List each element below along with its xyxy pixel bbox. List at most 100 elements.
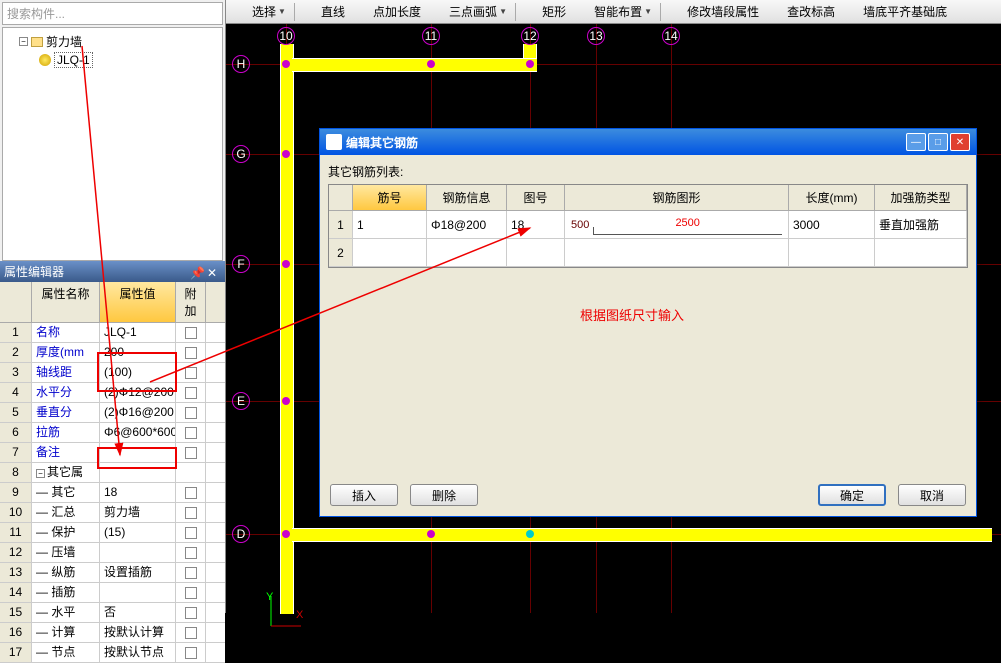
toolbar-smart-button[interactable]: 智能布置▼ [572,1,656,22]
prop-extra[interactable] [176,363,206,382]
prop-value[interactable]: (2)Φ16@200 [100,403,176,422]
checkbox[interactable] [185,487,197,499]
cancel-button[interactable]: 取消 [898,484,966,506]
td-shape[interactable] [565,239,789,267]
prop-value[interactable]: 200 [100,343,176,362]
th-info[interactable]: 钢筋信息 [427,185,507,211]
td-tuhao[interactable] [507,239,565,267]
prop-value[interactable] [100,443,176,462]
td-info[interactable] [427,239,507,267]
prop-extra[interactable] [176,643,206,662]
checkbox[interactable] [185,447,197,459]
pin-icon[interactable]: 📌 [190,266,204,278]
prop-extra[interactable] [176,523,206,542]
close-button[interactable]: ✕ [950,133,970,151]
maximize-button[interactable]: □ [928,133,948,151]
prop-row[interactable]: 4水平分(2)Φ12@200 [0,383,225,403]
prop-row[interactable]: 8−其它属 [0,463,225,483]
prop-row[interactable]: 10— 汇总剪力墙 [0,503,225,523]
dropdown-icon[interactable]: ▼ [499,7,507,16]
th-type[interactable]: 加强筋类型 [875,185,967,211]
checkbox[interactable] [185,527,197,539]
delete-button[interactable]: 删除 [410,484,478,506]
checkbox[interactable] [185,627,197,639]
prop-extra[interactable] [176,503,206,522]
checkbox[interactable] [185,347,197,359]
prop-value[interactable]: 按默认节点设 [100,643,176,662]
minimize-button[interactable]: — [906,133,926,151]
td-jinhhao[interactable] [353,239,427,267]
prop-row[interactable]: 1名称JLQ-1 [0,323,225,343]
th-length[interactable]: 长度(mm) [789,185,875,211]
prop-value[interactable] [100,583,176,602]
toolbar-arc-button[interactable]: 三点画弧▼ [427,1,511,22]
prop-row[interactable]: 11— 保护(15) [0,523,225,543]
prop-value[interactable]: (100) [100,363,176,382]
prop-row[interactable]: 2厚度(mm200 [0,343,225,363]
tree-child[interactable]: JLQ-1 [7,51,218,69]
table-row[interactable]: 11Φ18@2001850025003000垂直加强筋 [329,211,967,239]
checkbox[interactable] [185,567,197,579]
checkbox[interactable] [185,507,197,519]
prop-extra[interactable] [176,383,206,402]
prop-row[interactable]: 13— 纵筋设置插筋 [0,563,225,583]
toolbar-point-button[interactable]: 点加长度 [351,1,425,22]
checkbox[interactable] [185,327,197,339]
toolbar-cursor-button[interactable]: 选择▼ [230,1,290,22]
prop-row[interactable]: 6拉筋Φ6@600*600 [0,423,225,443]
search-input[interactable]: 搜索构件... [2,2,223,25]
td-length[interactable] [789,239,875,267]
prop-row[interactable]: 15— 水平否 [0,603,225,623]
th-jinhhao[interactable]: 筋号 [353,185,427,211]
prop-row[interactable]: 9— 其它18 [0,483,225,503]
prop-value[interactable]: 剪力墙 [100,503,176,522]
prop-extra[interactable] [176,423,206,442]
prop-extra[interactable] [176,323,206,342]
prop-extra[interactable] [176,583,206,602]
td-type[interactable]: 垂直加强筋 [875,211,967,239]
ok-button[interactable]: 确定 [818,484,886,506]
prop-value[interactable]: 18 [100,483,176,502]
toolbar-rect-button[interactable]: 矩形 [520,1,570,22]
table-row[interactable]: 2 [329,239,967,267]
checkbox[interactable] [185,387,197,399]
td-length[interactable]: 3000 [789,211,875,239]
prop-row[interactable]: 12— 压墙 [0,543,225,563]
prop-row[interactable]: 7备注 [0,443,225,463]
prop-value[interactable]: JLQ-1 [100,323,176,342]
toolbar-base-button[interactable]: 墙底平齐基础底 [841,1,951,22]
th-tuhao[interactable]: 图号 [507,185,565,211]
prop-value[interactable]: (15) [100,523,176,542]
th-shape[interactable]: 钢筋图形 [565,185,789,211]
td-type[interactable] [875,239,967,267]
prop-row[interactable]: 3轴线距(100) [0,363,225,383]
prop-extra[interactable] [176,403,206,422]
collapse-icon[interactable]: − [19,37,28,46]
toolbar-line-button[interactable]: 直线 [299,1,349,22]
prop-extra[interactable] [176,563,206,582]
toolbar-elev-button[interactable]: 查改标高 [765,1,839,22]
checkbox[interactable] [185,427,197,439]
td-info[interactable]: Φ18@200 [427,211,507,239]
col-name[interactable]: 属性名称 [32,282,100,322]
prop-extra[interactable] [176,543,206,562]
prop-value[interactable] [100,543,176,562]
dialog-titlebar[interactable]: 编辑其它钢筋 — □ ✕ [320,129,976,155]
dropdown-icon[interactable]: ▼ [278,7,286,16]
col-extra[interactable]: 附加 [176,282,206,322]
prop-extra[interactable] [176,483,206,502]
checkbox[interactable] [185,647,197,659]
checkbox[interactable] [185,407,197,419]
prop-value[interactable]: (2)Φ12@200 [100,383,176,402]
prop-value[interactable]: 设置插筋 [100,563,176,582]
prop-value[interactable]: 按默认计算设 [100,623,176,642]
checkbox[interactable] [185,587,197,599]
prop-row[interactable]: 5垂直分(2)Φ16@200 [0,403,225,423]
tree-root[interactable]: − 剪力墙 [7,32,218,51]
checkbox[interactable] [185,367,197,379]
prop-extra[interactable] [176,623,206,642]
prop-extra[interactable] [176,343,206,362]
td-tuhao[interactable]: 18 [507,211,565,239]
prop-extra[interactable] [176,443,206,462]
close-panel-icon[interactable]: ✕ [207,266,221,278]
